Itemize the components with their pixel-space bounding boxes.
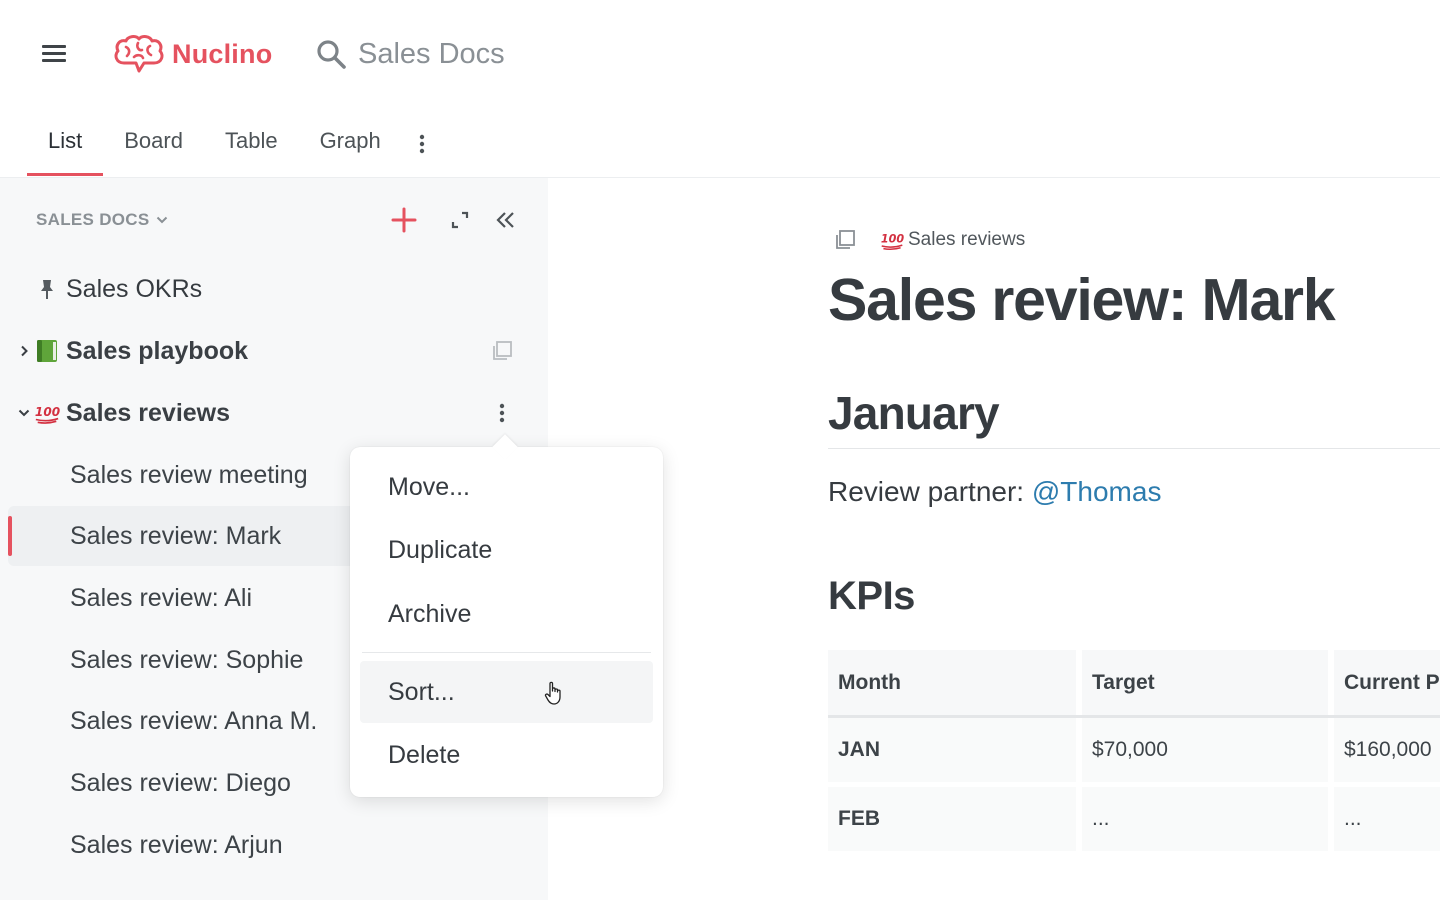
brain-logo-icon (114, 35, 164, 73)
sidebar-item-sales-review-arjun[interactable]: Sales review: Arjun (8, 815, 528, 875)
table-cell[interactable]: $160,000 (1334, 718, 1440, 782)
table-header-current: Current P (1334, 650, 1440, 715)
view-tabs: List Board Table Graph (27, 112, 442, 178)
chevron-right-icon[interactable] (14, 345, 34, 357)
tab-list[interactable]: List (27, 112, 104, 176)
menu-item-sort[interactable]: Sort... (360, 661, 653, 723)
chevron-down-icon (156, 216, 167, 224)
sidebar-item-sales-okrs[interactable]: Sales OKRs (8, 259, 528, 319)
workspace-switcher[interactable]: SALES DOCS (36, 210, 168, 230)
table-cell[interactable]: ... (1334, 787, 1440, 851)
hundred-points-icon: 100 (881, 233, 904, 251)
pin-icon (34, 276, 60, 302)
plus-icon (391, 207, 417, 233)
sidebar-item-sales-reviews[interactable]: 100 Sales reviews (8, 383, 528, 443)
expand-button[interactable] (442, 202, 478, 238)
menu-item-delete[interactable]: Delete (360, 724, 653, 786)
tab-graph[interactable]: Graph (299, 112, 402, 176)
more-views-icon[interactable] (402, 112, 442, 176)
breadcrumb-link[interactable]: Sales reviews (908, 229, 1025, 251)
menu-item-move[interactable]: Move... (360, 456, 653, 518)
table-cell[interactable]: JAN (828, 718, 1076, 782)
search-icon (317, 40, 346, 69)
table-cell[interactable]: FEB (828, 787, 1076, 851)
search-placeholder: Sales Docs (358, 37, 505, 70)
collapse-sidebar-button[interactable] (488, 202, 524, 238)
menu-item-duplicate[interactable]: Duplicate (360, 519, 653, 581)
heading-kpis: KPIs (828, 574, 915, 618)
context-menu: Move... Duplicate Archive Sort... Delete (350, 434, 663, 797)
table-header-month: Month (828, 650, 1076, 715)
menu-divider (362, 652, 651, 653)
heading-january: January (828, 387, 1000, 439)
app-header: Nuclino Sales Docs List Board Table Grap… (0, 0, 1440, 178)
search-input[interactable]: Sales Docs (314, 34, 505, 74)
breadcrumb: 100 Sales reviews (834, 226, 1025, 254)
review-partner-line: Review partner: @Thomas (828, 476, 1161, 508)
partner-label: Review partner: (828, 476, 1032, 507)
more-options-icon[interactable] (488, 399, 516, 427)
svg-text:100: 100 (881, 233, 904, 246)
double-chevron-left-icon (496, 212, 514, 228)
menu-item-archive[interactable]: Archive (360, 583, 653, 645)
expand-icon (451, 211, 469, 229)
heading-divider (828, 448, 1440, 449)
sidebar-item-sales-playbook[interactable]: Sales playbook (8, 321, 528, 381)
page-title: Sales review: Mark (828, 267, 1336, 333)
user-mention-link[interactable]: @Thomas (1032, 476, 1162, 507)
duplicate-icon[interactable] (488, 337, 516, 365)
svg-text:100: 100 (35, 405, 60, 419)
hundred-points-icon: 100 (34, 400, 60, 426)
app-name: Nuclino (172, 38, 273, 69)
tab-table[interactable]: Table (204, 112, 299, 176)
copy-link-icon[interactable] (834, 229, 856, 251)
add-item-button[interactable] (386, 202, 422, 238)
workspace-name: SALES DOCS (36, 210, 150, 229)
chevron-down-icon[interactable] (14, 409, 34, 417)
tab-board[interactable]: Board (103, 112, 204, 176)
green-book-icon (34, 338, 60, 364)
table-cell[interactable]: ... (1082, 787, 1328, 851)
table-header-target: Target (1082, 650, 1328, 715)
menu-icon[interactable] (40, 42, 68, 66)
table-cell[interactable]: $70,000 (1082, 718, 1328, 782)
app-logo[interactable]: Nuclino (112, 32, 272, 76)
